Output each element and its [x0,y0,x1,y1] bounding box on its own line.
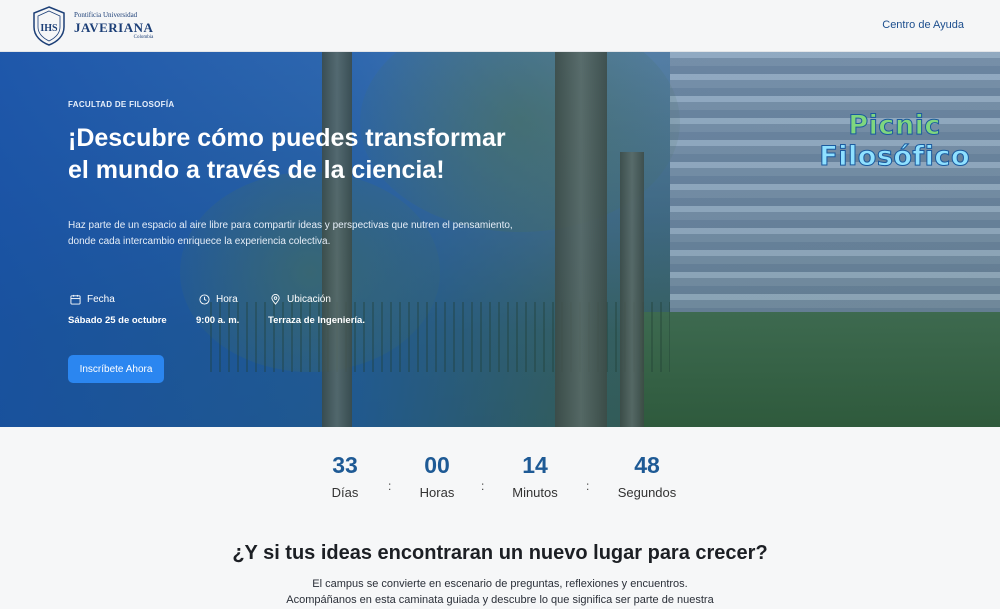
site-header: IHS Pontificia Universidad JAVERIANA Col… [0,0,1000,52]
countdown-minutes-label: Minutos [512,485,558,500]
location-pin-icon [271,294,280,305]
hero-banner: FACULTAD DE FILOSOFÍA ¡Descubre cómo pue… [0,52,1000,427]
countdown-seconds-value: 48 [634,452,660,478]
event-date-value: Sábado 25 de octubre [68,315,167,326]
countdown-minutes: 14 Minutos [490,452,580,500]
hero-title-line: ¡Descubre cómo puedes transformar [68,124,506,152]
register-button[interactable]: Inscríbete Ahora [68,355,164,383]
countdown-timer: 33 Días : 00 Horas : 14 Minutos : 48 Seg… [320,452,680,512]
hero-description-line: donde cada intercambio enriquece la expe… [68,236,331,247]
countdown-hours-label: Horas [419,485,455,500]
countdown-days: 33 Días [300,452,390,500]
logo-main-text: JAVERIANA [74,20,154,35]
background-field [640,312,1000,427]
picnic-filosofico-logo: Picnic Filosófico [819,110,970,173]
event-location: Ubicación Terraza de Ingeniería. [268,294,365,326]
logo-sub-text: Colombia [133,35,154,40]
hero-description-line: Haz parte de un espacio al aire libre pa… [68,220,513,231]
university-logo[interactable]: IHS Pontificia Universidad JAVERIANA Col… [28,4,153,48]
section-text: El campus se convierte en escenario de p… [250,576,750,608]
faculty-eyebrow: FACULTAD DE FILOSOFÍA [68,100,175,109]
event-location-value: Terraza de Ingeniería. [268,315,365,326]
background-tree [620,152,644,427]
countdown-seconds: 48 Segundos [602,452,692,500]
help-center-link[interactable]: Centro de Ayuda [882,19,964,31]
event-time: Hora 9:00 a. m. [196,294,240,326]
event-date-label: Fecha [87,294,115,305]
countdown-separator: : [481,479,485,493]
countdown-separator: : [586,479,590,493]
event-date: Fecha Sábado 25 de octubre [68,294,167,326]
crest-icon: IHS [33,6,65,46]
countdown-days-label: Días [331,485,359,500]
event-location-label: Ubicación [287,294,331,305]
section-title: ¿Y si tus ideas encontraran un nuevo lug… [232,542,768,564]
event-time-label: Hora [216,294,238,305]
countdown-hours-value: 00 [424,452,450,478]
hero-title-line: el mundo a través de la ciencia! [68,156,445,184]
logo-top-text: Pontificia Universidad [74,11,138,19]
hero-description: Haz parte de un espacio al aire libre pa… [68,218,528,250]
countdown-separator: : [388,479,392,493]
section-text-line: El campus se convierte en escenario de p… [312,578,688,590]
picnic-logo-line1: Picnic [848,110,941,142]
hero-title: ¡Descubre cómo puedes transformar el mun… [68,122,538,186]
background-tree [555,52,607,427]
countdown-days-value: 33 [332,452,358,478]
section-text-line: Acompáñanos en esta caminata guiada y de… [286,594,714,606]
background-building [670,52,1000,312]
countdown-hours: 00 Horas [392,452,482,500]
svg-text:IHS: IHS [40,23,58,34]
calendar-icon [70,294,81,305]
clock-icon [199,294,210,305]
countdown-seconds-label: Segundos [617,485,677,500]
event-time-value: 9:00 a. m. [196,315,240,326]
countdown-minutes-value: 14 [522,452,548,478]
picnic-logo-line2: Filosófico [819,141,970,173]
